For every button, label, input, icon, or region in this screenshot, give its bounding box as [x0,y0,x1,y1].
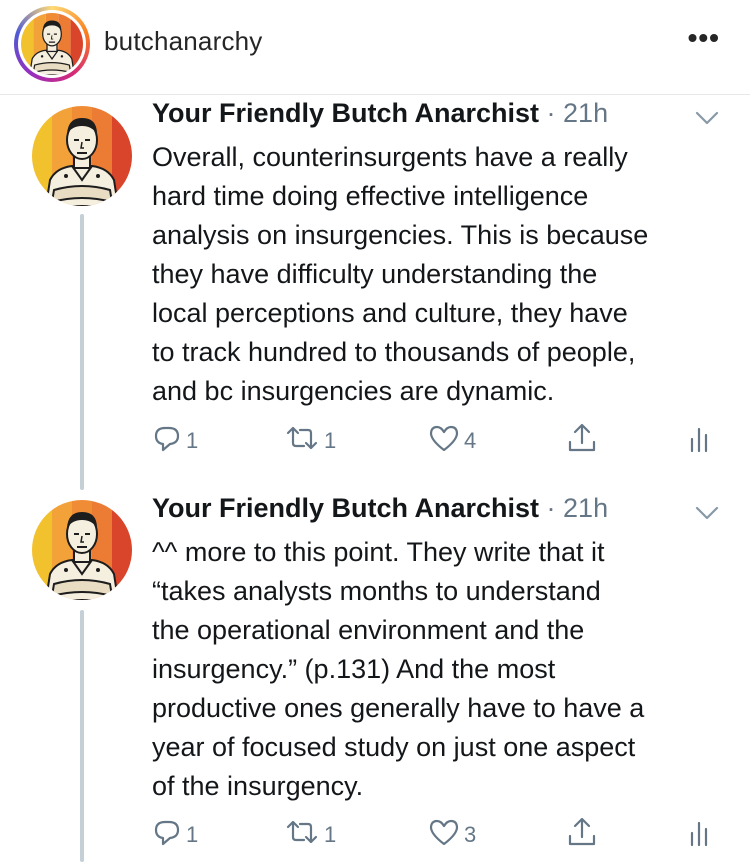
username-link[interactable]: butchanarchy [104,26,263,57]
share-icon [568,423,596,452]
tweet-avatar[interactable] [32,500,132,600]
retweet-button[interactable]: 1 [284,418,336,458]
header-divider [0,94,750,95]
more-options-icon[interactable]: ••• [688,22,720,54]
share-button[interactable] [566,812,598,852]
reply-button[interactable]: 1 [152,418,198,458]
tweet-header: Your Friendly Butch Anarchist · 21h [152,98,608,129]
tweet-timestamp[interactable]: · 21h [539,493,609,523]
retweet-count: 1 [324,822,337,847]
analytics-button[interactable] [688,812,712,852]
thread-line [80,214,84,490]
retweet-icon [286,820,318,844]
instagram-post-header: butchanarchy ••• [0,0,750,92]
retweet-icon [286,426,318,450]
tweet-timestamp[interactable]: · 21h [539,98,609,128]
heart-icon [429,819,459,846]
profile-avatar-ring[interactable] [14,6,90,82]
reply-icon [154,820,180,846]
like-count: 4 [464,428,477,453]
author-name[interactable]: Your Friendly Butch Anarchist [152,98,539,128]
chevron-down-icon[interactable] [694,109,720,127]
reply-count: 1 [186,822,199,847]
share-icon [568,817,596,846]
tweet-actions: 1 1 3 [152,812,722,852]
thread-line [80,610,84,862]
retweet-button[interactable]: 1 [284,812,336,852]
tweet-text: Overall, counterinsurgents have a really… [152,142,649,406]
author-name[interactable]: Your Friendly Butch Anarchist [152,493,539,523]
heart-icon [429,425,459,452]
share-button[interactable] [566,418,598,458]
like-count: 3 [464,822,477,847]
like-button[interactable]: 3 [428,812,476,852]
retweet-count: 1 [324,428,337,453]
analytics-icon [690,821,708,847]
tweet-avatar[interactable] [32,106,132,206]
tweet-text: ^^ more to this point. They write that i… [152,537,645,801]
like-button[interactable]: 4 [428,418,476,458]
profile-avatar[interactable] [21,13,83,75]
tweet-header: Your Friendly Butch Anarchist · 21h [152,493,608,524]
tweet-actions: 1 1 4 [152,418,722,458]
analytics-button[interactable] [688,418,712,458]
reply-button[interactable]: 1 [152,812,198,852]
chevron-down-icon[interactable] [694,504,720,522]
reply-count: 1 [186,428,199,453]
reply-icon [154,426,180,452]
analytics-icon [690,427,708,453]
